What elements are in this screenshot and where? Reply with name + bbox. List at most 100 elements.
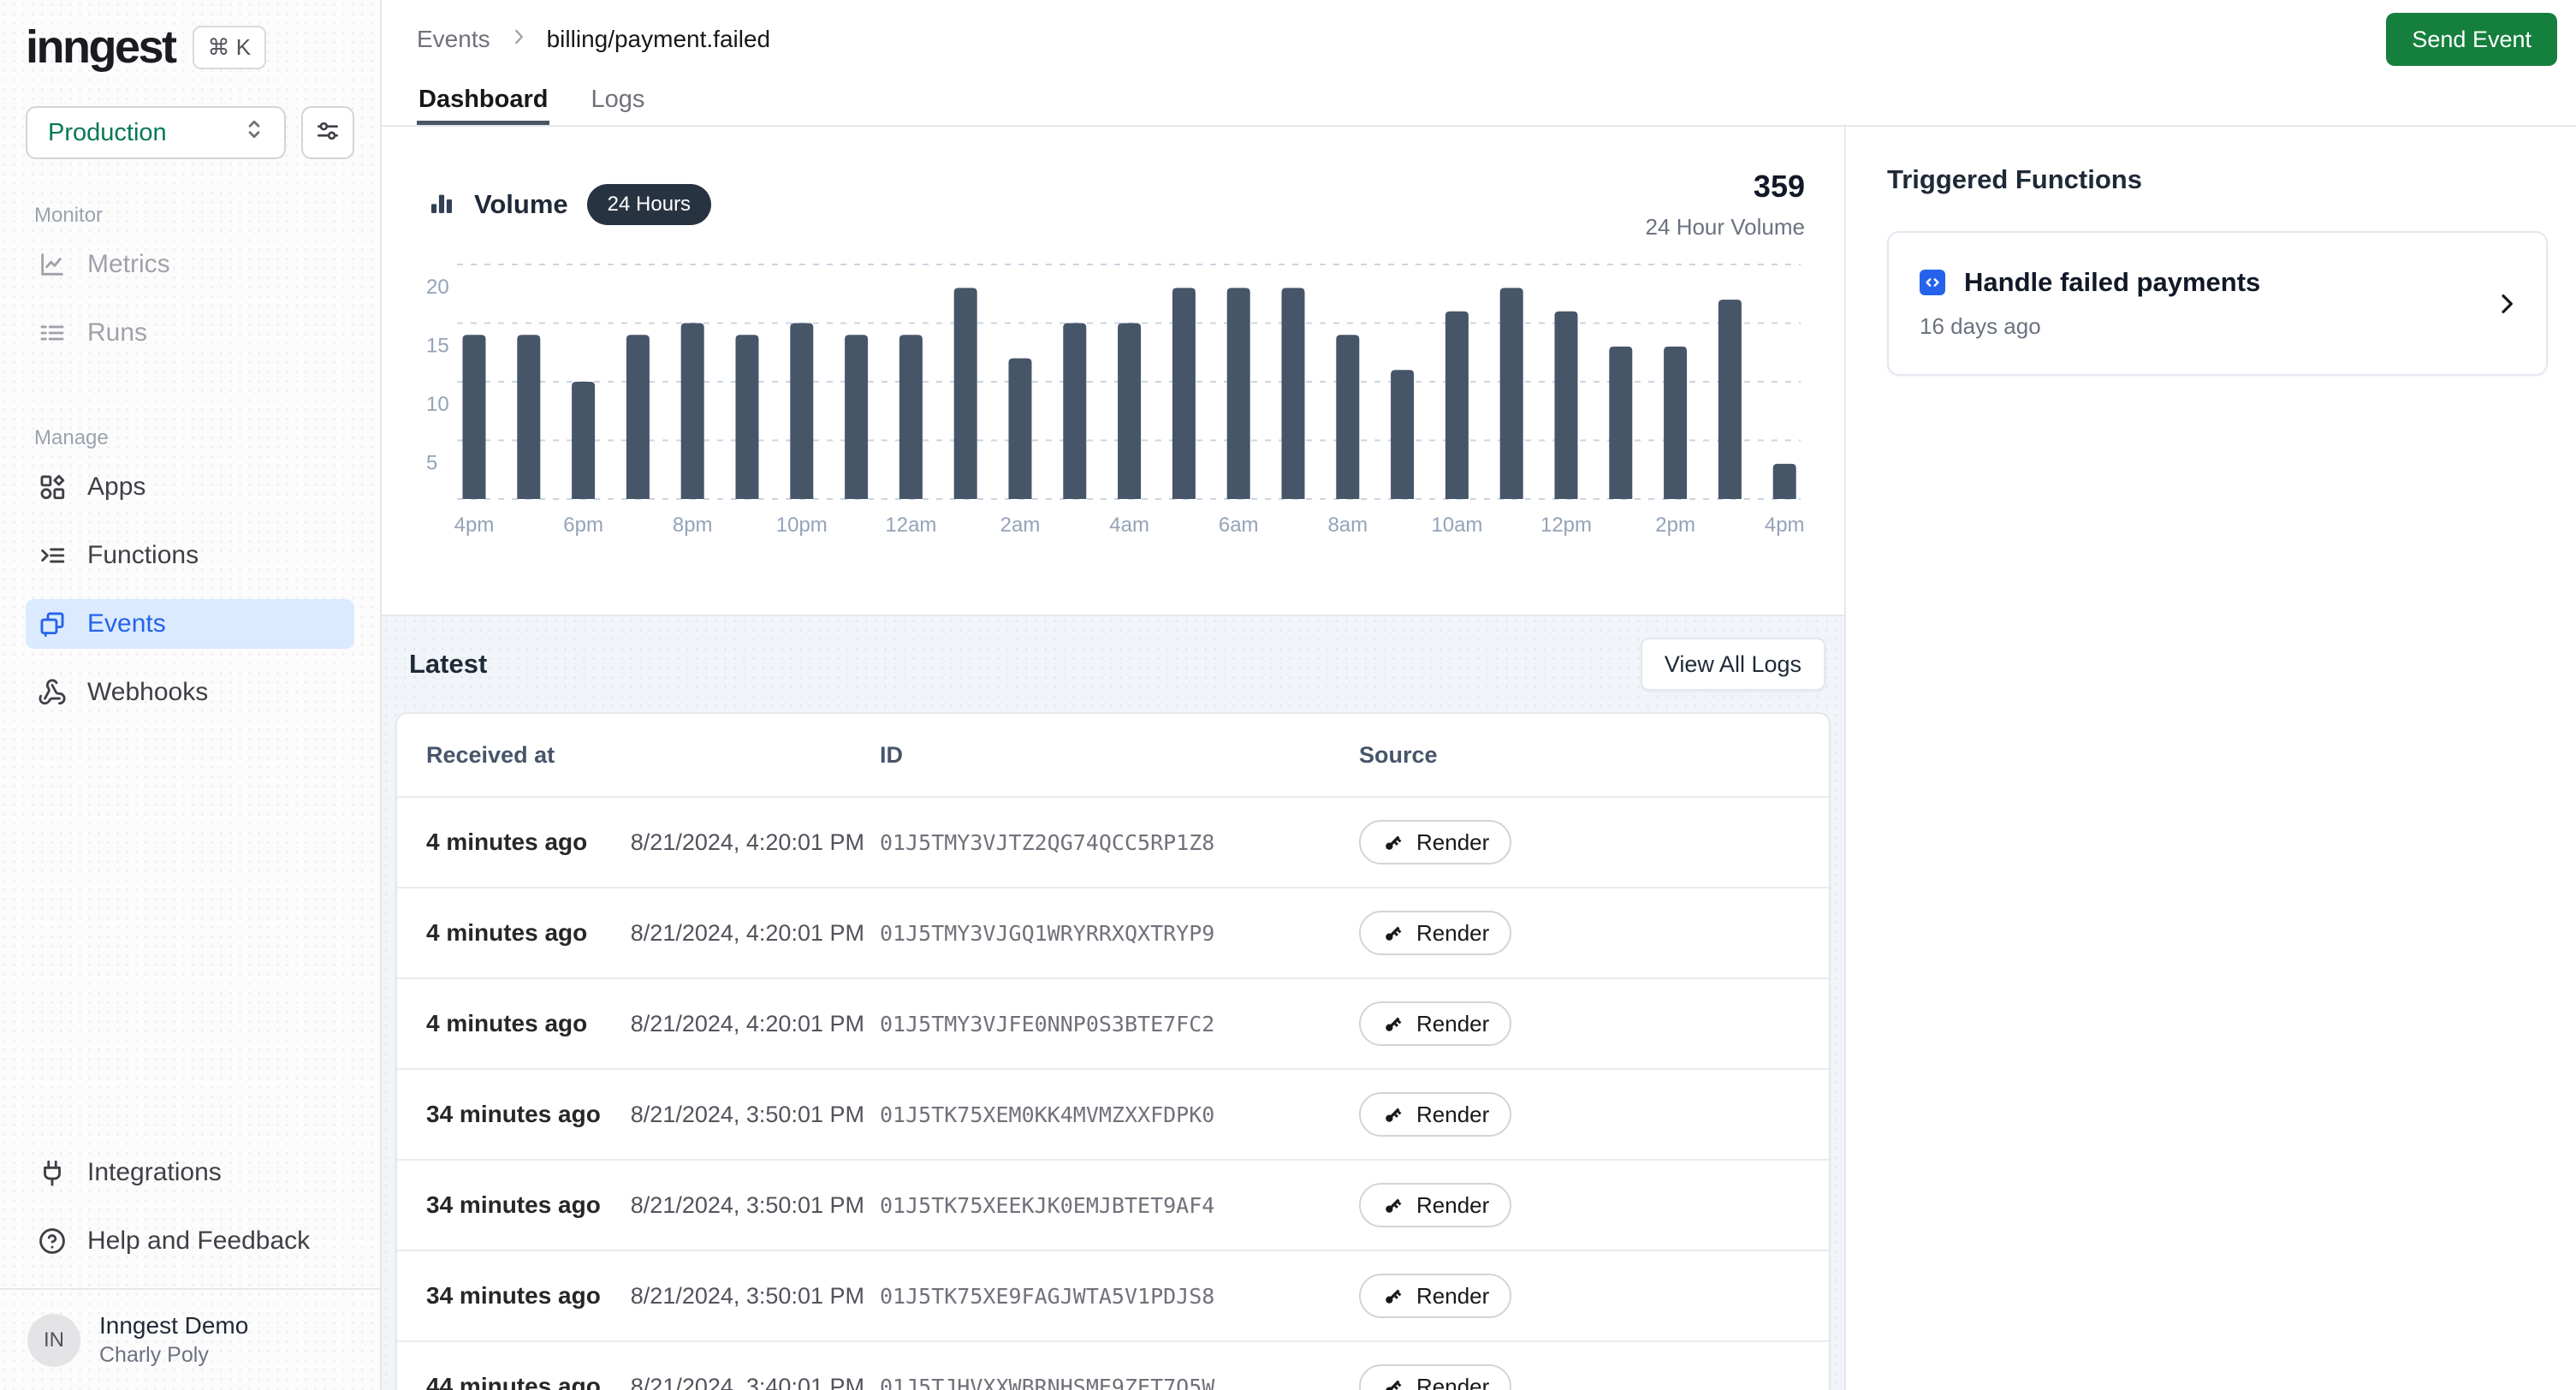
tab-dashboard[interactable]: Dashboard	[417, 79, 549, 125]
render-icon	[1381, 1103, 1404, 1126]
svg-text:6am: 6am	[1219, 514, 1259, 537]
environment-select-value: Production	[48, 119, 167, 147]
triggered-function-card[interactable]: Handle failed payments 16 days ago	[1887, 231, 2548, 376]
sidebar-item-integrations[interactable]: Integrations	[26, 1148, 354, 1197]
relative-time: 44 minutes ago	[426, 1373, 601, 1390]
cell-source: Render	[1359, 1274, 1800, 1318]
svg-text:10: 10	[426, 393, 449, 416]
svg-text:8am: 8am	[1327, 514, 1368, 537]
event-id: 01J5TMY3VJTZ2QG74QCC5RP1Z8	[880, 830, 1359, 855]
event-row[interactable]: 4 minutes ago8/21/2024, 4:20:01 PM01J5TM…	[397, 796, 1829, 887]
event-row[interactable]: 34 minutes ago8/21/2024, 3:50:01 PM01J5T…	[397, 1250, 1829, 1340]
event-id: 01J5TK75XEEKJK0EMJBTET9AF4	[880, 1193, 1359, 1218]
events-table-card: Received at ID Source 4 minutes ago8/21/…	[395, 712, 1831, 1390]
source-label: Render	[1416, 1011, 1489, 1037]
environment-settings-button[interactable]	[301, 106, 354, 159]
send-event-button[interactable]: Send Event	[2386, 13, 2557, 66]
render-icon	[1381, 1375, 1404, 1390]
event-row[interactable]: 4 minutes ago8/21/2024, 4:20:01 PM01J5TM…	[397, 887, 1829, 977]
latest-header: Latest View All Logs	[395, 616, 1831, 712]
sidebar-nav: Monitor Metrics Runs Manage Apps Functio…	[26, 204, 354, 736]
plug-icon	[38, 1158, 67, 1187]
sidebar-item-events[interactable]: Events	[26, 599, 354, 649]
function-name: Handle failed payments	[1964, 267, 2260, 298]
absolute-time: 8/21/2024, 4:20:01 PM	[631, 1011, 864, 1037]
line-chart-icon	[38, 250, 67, 279]
event-row[interactable]: 44 minutes ago 8/21/2024, 3:40:01 PM 01J5T…	[397, 1340, 1829, 1390]
svg-text:15: 15	[426, 334, 449, 357]
event-row[interactable]: 34 minutes ago8/21/2024, 3:50:01 PM01J5T…	[397, 1068, 1829, 1159]
cell-source: Render	[1359, 820, 1800, 864]
absolute-time: 8/21/2024, 4:20:01 PM	[631, 920, 864, 947]
source-render-badge[interactable]: Render	[1359, 1001, 1511, 1046]
sidebar-item-label: Help and Feedback	[87, 1227, 310, 1256]
bar-chart-icon	[428, 189, 455, 221]
sidebar-item-webhooks[interactable]: Webhooks	[26, 668, 354, 717]
breadcrumb-events-link[interactable]: Events	[417, 26, 490, 53]
relative-time: 4 minutes ago	[426, 829, 587, 856]
cell-source: Render	[1359, 1092, 1800, 1137]
tab-logs[interactable]: Logs	[589, 79, 646, 125]
chevrons-up-down-icon	[241, 116, 267, 149]
function-last-triggered: 16 days ago	[1920, 313, 2469, 340]
volume-total: 359	[1646, 169, 1805, 204]
absolute-time: 8/21/2024, 3:40:01 PM	[631, 1374, 864, 1390]
event-row[interactable]: 34 minutes ago8/21/2024, 3:50:01 PM01J5T…	[397, 1159, 1829, 1250]
svg-text:6pm: 6pm	[563, 514, 603, 537]
source-render-badge[interactable]: Render	[1359, 911, 1511, 955]
source-label: Render	[1416, 920, 1489, 947]
source-label: Render	[1416, 1283, 1489, 1310]
sidebar-item-metrics[interactable]: Metrics	[26, 240, 354, 289]
event-id: 01J5TK75XE9FAGJWTA5V1PDJS8	[880, 1284, 1359, 1309]
sidebar-item-label: Events	[87, 609, 166, 639]
sidebar-item-label: Metrics	[87, 250, 170, 279]
source-render-badge[interactable]: Render	[1359, 820, 1511, 864]
volume-bar-chart: 51015204pm6pm8pm10pm12am2am4am6am8am10am…	[419, 256, 1806, 547]
command-key-label: ⌘ K	[208, 34, 252, 61]
function-code-icon	[1920, 270, 1945, 295]
event-id: 01J5TMY3VJGQ1WRYRRXQXTRYP9	[880, 921, 1359, 946]
source-render-badge[interactable]: Render	[1359, 1364, 1511, 1390]
source-render-badge[interactable]: Render	[1359, 1274, 1511, 1318]
sidebar-item-label: Functions	[87, 541, 199, 570]
svg-text:12am: 12am	[885, 514, 936, 537]
section-label-monitor: Monitor	[34, 204, 354, 228]
right-column: Triggered Functions Handle failed paymen…	[1846, 127, 2576, 1390]
column-id: ID	[880, 742, 1359, 769]
cell-source: Render	[1359, 1183, 1800, 1227]
avatar: IN	[27, 1314, 80, 1367]
sidebar: inngest ⌘ K Production Monitor Metrics R…	[0, 0, 382, 1390]
volume-panel: Volume 24 Hours 359 24 Hour Volume 51015…	[382, 127, 1844, 616]
svg-text:10pm: 10pm	[776, 514, 828, 537]
svg-text:10am: 10am	[1431, 514, 1482, 537]
apps-icon	[38, 472, 67, 502]
cell-received-at: 4 minutes ago8/21/2024, 4:20:01 PM	[426, 829, 880, 856]
source-label: Render	[1416, 829, 1489, 856]
volume-total-caption: 24 Hour Volume	[1646, 214, 1805, 241]
svg-text:8pm: 8pm	[673, 514, 713, 537]
source-render-badge[interactable]: Render	[1359, 1092, 1511, 1137]
breadcrumb-current: billing/payment.failed	[547, 26, 771, 53]
event-id: 01J5TJHVXXWBRNHSME9ZET7Q5W	[880, 1375, 1359, 1390]
sidebar-item-runs[interactable]: Runs	[26, 308, 354, 358]
svg-text:4pm: 4pm	[454, 514, 495, 537]
source-render-badge[interactable]: Render	[1359, 1183, 1511, 1227]
cell-source: Render	[1359, 1001, 1800, 1046]
column-source: Source	[1359, 742, 1800, 769]
command-k-shortcut[interactable]: ⌘ K	[193, 26, 267, 69]
environment-select[interactable]: Production	[26, 106, 286, 159]
sidebar-item-functions[interactable]: Functions	[26, 531, 354, 580]
sidebar-item-label: Apps	[87, 472, 145, 502]
cell-received-at: 44 minutes ago 8/21/2024, 3:40:01 PM	[426, 1373, 880, 1390]
sidebar-item-apps[interactable]: Apps	[26, 462, 354, 512]
view-all-logs-button[interactable]: View All Logs	[1641, 638, 1825, 691]
svg-text:2pm: 2pm	[1655, 514, 1695, 537]
range-badge[interactable]: 24 Hours	[587, 184, 711, 225]
cell-received-at: 34 minutes ago8/21/2024, 3:50:01 PM	[426, 1282, 880, 1310]
event-row[interactable]: 4 minutes ago8/21/2024, 4:20:01 PM01J5TM…	[397, 977, 1829, 1068]
runs-list-icon	[38, 318, 67, 348]
sidebar-item-help[interactable]: Help and Feedback	[26, 1216, 354, 1266]
inngest-logo[interactable]: inngest	[26, 24, 175, 70]
user-menu[interactable]: IN Inngest Demo Charly Poly	[26, 1290, 354, 1390]
render-icon	[1381, 1194, 1404, 1217]
